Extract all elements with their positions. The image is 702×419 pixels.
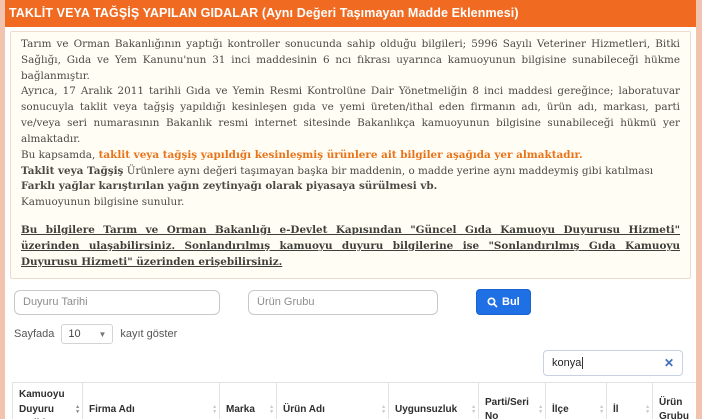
column-header[interactable]: Uygunsuzluk ▴ ▾ <box>388 382 479 419</box>
info-paragraph-regulation: Ayrıca, 17 Aralık 2011 tarihli Gıda ve Y… <box>21 85 680 145</box>
text-caret <box>582 357 584 370</box>
column-header-label: Ürün Adı <box>283 403 325 415</box>
table-search-box[interactable]: konya ✕ <box>543 350 683 377</box>
page-size-value: 10 <box>68 328 81 341</box>
page-title: TAKLİT VEYA TAĞŞİŞ YAPILAN GIDALAR (Aynı… <box>5 0 696 27</box>
search-icon <box>487 297 498 308</box>
column-header[interactable]: Marka ▴ ▾ <box>219 382 277 419</box>
scope-prefix: Bu kapsamda, <box>21 148 99 161</box>
search-value: konya <box>552 357 582 370</box>
definition-term: Taklit veya Tağşiş <box>21 164 124 177</box>
column-header-label: Ürün Grubu <box>659 396 689 419</box>
column-header[interactable]: Ürün Grubu▴▾ <box>652 382 696 419</box>
search-row: konya ✕ <box>5 344 696 382</box>
announcement-date-input[interactable] <box>14 289 220 315</box>
definition-text: Ürünlere aynı değeri taşımayan başka bir… <box>123 164 654 177</box>
find-button[interactable]: Bul <box>476 289 531 316</box>
page-size-prefix-label: Sayfada <box>14 328 55 341</box>
info-panel: Tarım ve Orman Bakanlığının yaptığı kont… <box>10 31 691 280</box>
results-table-wrap: Kamuoyu Duyuru Tarihi ▴▾ Firma Adı ▴▾ Marka ▴… <box>5 382 696 419</box>
column-header[interactable]: Parti/Seri No ▴ ▾ <box>478 382 546 419</box>
sort-icon[interactable]: ▴ ▾ <box>472 404 475 415</box>
column-header[interactable]: Kamuoyu Duyuru Tarihi ▴▾ <box>12 382 83 419</box>
chevron-down-icon: ▼ <box>98 329 107 339</box>
info-paragraph-law: Tarım ve Orman Bakanlığının yaptığı kont… <box>21 38 680 82</box>
column-header-label: Parti/Seri No <box>485 396 529 419</box>
page-size-select[interactable]: 10 ▼ <box>61 324 114 345</box>
sort-icon[interactable]: ▴ ▾ <box>646 404 649 415</box>
sort-icon[interactable]: ▴ ▾ <box>539 404 542 415</box>
page-size-suffix-label: kayıt göster <box>120 328 178 341</box>
page: TAKLİT VEYA TAĞŞİŞ YAPILAN GIDALAR (Aynı… <box>0 0 702 419</box>
column-header[interactable]: Firma Adı ▴ ▾ <box>82 382 220 419</box>
find-button-label: Bul <box>502 296 520 309</box>
column-header[interactable]: İlçe ▴ ▾ <box>545 382 607 419</box>
info-paragraph-edevlet: Bu bilgilere Tarım ve Orman Bakanlığı e-… <box>21 223 680 268</box>
column-header-label: Kamuoyu Duyuru Tarihi <box>19 389 65 419</box>
sort-icon[interactable]: ▴ ▾ <box>382 404 385 415</box>
page-size-row: Sayfada 10 ▼ kayıt göster <box>5 315 696 345</box>
sort-icon[interactable]: ▴ ▾ <box>270 404 273 415</box>
results-table: Kamuoyu Duyuru Tarihi ▴▾ Firma Adı ▴▾ Marka ▴… <box>12 382 696 419</box>
column-header[interactable]: Ürün Adı ▴ ▾ <box>276 382 389 419</box>
column-header-label: İlçe <box>552 403 569 415</box>
sort-icon[interactable]: ▴ ▾ <box>76 404 79 415</box>
column-header-label: Uygunsuzluk <box>395 403 458 415</box>
clear-search-icon[interactable]: ✕ <box>664 357 674 369</box>
info-paragraph-example: Farklı yağlar karıştırılan yağın zeytiny… <box>21 180 438 193</box>
info-paragraph-scope: Bu kapsamda, taklit veya tağşiş yapıldığ… <box>21 148 680 164</box>
sort-icon[interactable]: ▴ ▾ <box>213 404 216 415</box>
filter-row: Bul <box>5 287 696 316</box>
scope-highlight: taklit veya tağşiş yapıldığı kesinleşmiş… <box>98 148 583 161</box>
column-header-label: Firma Adı <box>89 403 135 415</box>
info-paragraph-definition: Taklit veya Tağşiş Ürünlere aynı değeri … <box>21 164 680 180</box>
column-header-label: İl <box>613 403 619 415</box>
column-header-label: Marka <box>226 403 255 415</box>
product-group-input[interactable] <box>248 289 438 315</box>
column-header[interactable]: İl ▴ ▾ <box>606 382 653 419</box>
sort-icon[interactable]: ▴ ▾ <box>600 404 603 415</box>
info-paragraph-notice: Kamuoyunun bilgisine sunulur. <box>21 196 185 209</box>
table-header-row: Kamuoyu Duyuru Tarihi ▴▾ Firma Adı ▴▾ Marka ▴… <box>12 382 696 419</box>
table-search-input[interactable]: konya <box>552 357 664 370</box>
